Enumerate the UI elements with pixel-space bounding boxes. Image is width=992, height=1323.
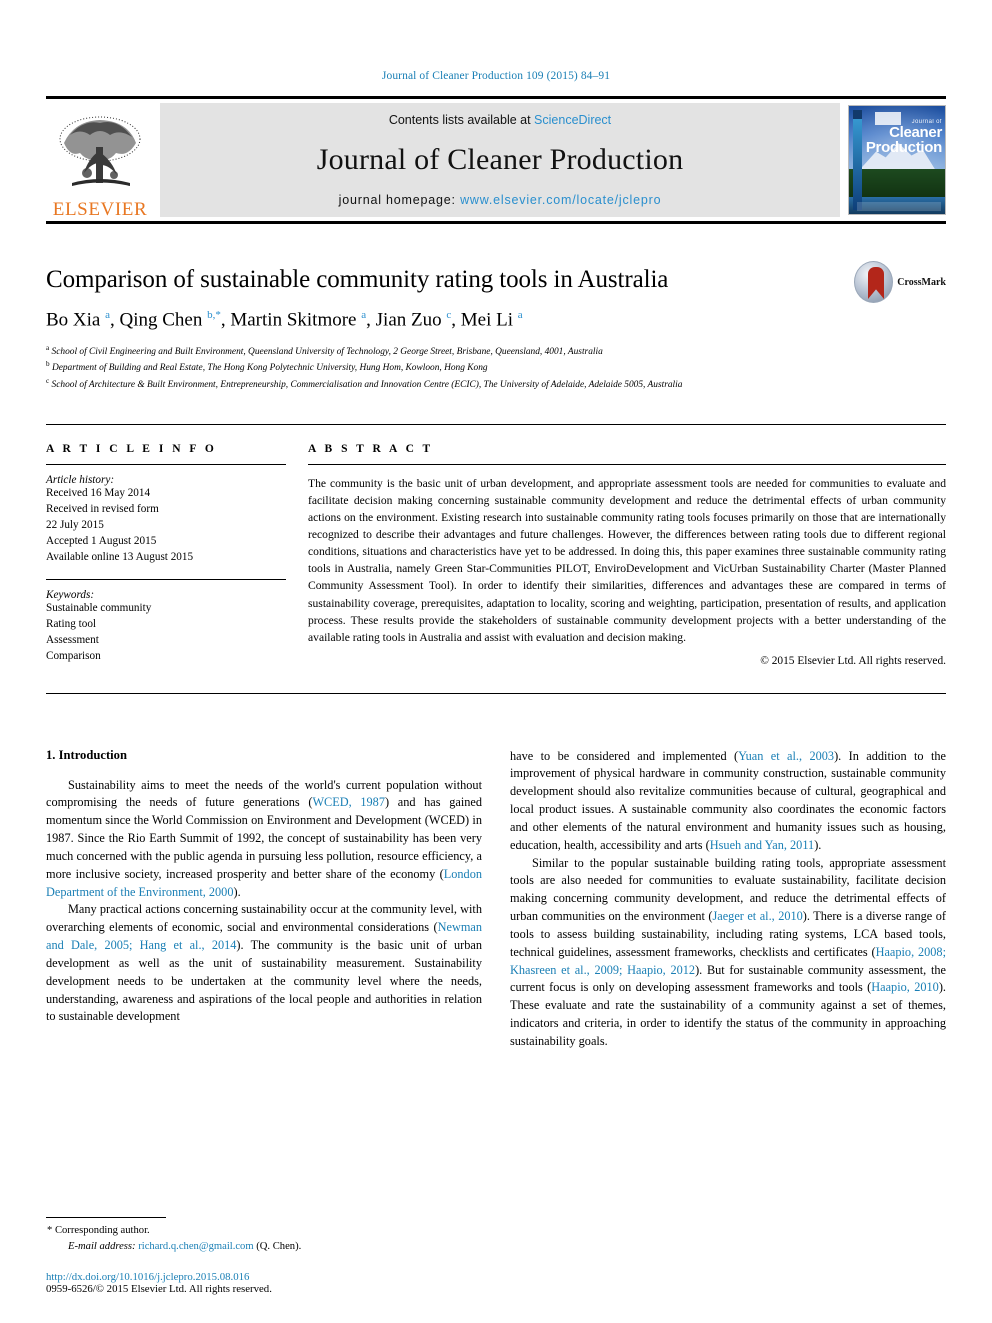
crossmark-badge-group[interactable]: CrossMark	[854, 260, 946, 304]
affiliation-text-b: Department of Building and Real Estate, …	[51, 363, 488, 374]
contents-prefix: Contents lists available at	[388, 113, 535, 127]
homepage-prefix: journal homepage:	[338, 193, 461, 207]
journal-homepage-link[interactable]: www.elsevier.com/locate/jclepro	[460, 193, 661, 207]
intro-paragraph-2-continued: have to be considered and implemented (Y…	[510, 748, 946, 852]
email-link[interactable]: richard.q.chen@gmail.com	[138, 1241, 253, 1252]
affiliation-marker-a: a	[46, 343, 50, 352]
cover-issue-badge	[853, 110, 862, 119]
cover-line-1: Cleaner	[889, 124, 942, 141]
page-footnote: * Corresponding author. E-mail address: …	[46, 1217, 476, 1295]
affiliation-c: c School of Architecture & Built Environ…	[46, 376, 946, 392]
section-heading-introduction: 1. Introduction	[46, 747, 127, 762]
affiliation-marker-c: c	[46, 376, 50, 385]
corresponding-author-note: * Corresponding author.	[46, 1223, 476, 1238]
intro-paragraph-3: Similar to the popular sustainable build…	[510, 855, 946, 1048]
affiliation-b: b Department of Building and Real Estate…	[46, 359, 946, 375]
crossmark-icon	[854, 261, 894, 303]
affiliation-text-a: School of Civil Engineering and Built En…	[51, 347, 603, 357]
keyword-0: Sustainable community	[46, 601, 152, 614]
article-first-page: Journal of Cleaner Production 109 (2015)…	[0, 0, 992, 1323]
journal-masthead: ELSEVIER Contents lists available at Sci…	[46, 99, 946, 221]
article-info-column: A R T I C L E I N F O Article history: R…	[46, 443, 286, 666]
page-title: Comparison of sustainable community rati…	[46, 266, 669, 293]
abstract-text: The community is the basic unit of urban…	[308, 477, 946, 644]
title-block: Comparison of sustainable community rati…	[46, 224, 946, 392]
doi-link[interactable]: http://dx.doi.org/10.1016/j.jclepro.2015…	[46, 1271, 476, 1283]
cover-kicker: Journal of	[911, 119, 942, 125]
email-suffix: (Q. Chen).	[253, 1240, 302, 1252]
keywords-rule	[46, 578, 286, 580]
body-column-right: have to be considered and implemented (Y…	[510, 748, 946, 1051]
elsevier-logo: ELSEVIER	[46, 99, 154, 221]
body-columns: 1. Introduction Sustainability aims to m…	[46, 694, 946, 1051]
cover-title: Journal of Cleaner Production	[865, 119, 942, 155]
elsevier-wordmark: ELSEVIER	[52, 199, 148, 220]
contents-list-line: Contents lists available at ScienceDirec…	[389, 113, 611, 127]
cover-spine	[853, 110, 862, 210]
abstract-rule	[308, 464, 946, 466]
body-column-left: 1. Introduction Sustainability aims to m…	[46, 748, 482, 1051]
article-history-3: Accepted 1 August 2015	[46, 535, 157, 547]
article-history-4: Available online 13 August 2015	[46, 550, 194, 563]
masthead-center-panel: Contents lists available at ScienceDirec…	[160, 103, 840, 217]
intro-paragraph-2: Many practical actions concerning sustai…	[46, 902, 483, 1024]
journal-cover-thumbnail: Journal of Cleaner Production	[848, 105, 946, 215]
issn-copyright: 0959-6526/© 2015 Elsevier Ltd. All right…	[46, 1283, 272, 1295]
author-list: Bo Xia a, Qing Chen b,*, Martin Skitmore…	[46, 308, 523, 331]
corresponding-author-text: * Corresponding author.	[47, 1225, 150, 1237]
footnote-rule	[46, 1217, 166, 1219]
article-history-1: Received in revised form	[46, 503, 159, 516]
running-head: Journal of Cleaner Production 109 (2015)…	[381, 70, 611, 82]
abstract-heading: A B S T R A C T	[308, 443, 434, 456]
article-info-rule	[46, 464, 286, 466]
affiliation-a: a School of Civil Engineering and Built …	[46, 343, 946, 359]
affiliation-text-c: School of Architecture & Built Environme…	[51, 379, 683, 390]
intro-paragraph-1: Sustainability aims to meet the needs of…	[46, 777, 482, 899]
cover-footer-strip	[856, 202, 942, 211]
info-and-abstract: A R T I C L E I N F O Article history: R…	[46, 425, 946, 667]
journal-homepage-line: journal homepage: www.elsevier.com/locat…	[339, 193, 662, 207]
abstract-copyright: © 2015 Elsevier Ltd. All rights reserved…	[760, 654, 946, 667]
email-label: E-mail address:	[68, 1240, 136, 1252]
abstract-column: A B S T R A C T The community is the bas…	[308, 443, 946, 667]
article-history-0: Received 16 May 2014	[46, 487, 151, 500]
cover-forest	[849, 168, 945, 197]
elsevier-tree-icon	[59, 116, 141, 186]
keywords-label: Keywords:	[46, 588, 95, 601]
journal-title: Journal of Cleaner Production	[316, 143, 684, 176]
keyword-3: Comparison	[46, 649, 101, 662]
article-history-2: 22 July 2015	[46, 519, 104, 532]
crossmark-label: CrossMark	[897, 276, 946, 288]
keyword-1: Rating tool	[46, 617, 97, 630]
cover-line-2: Production	[865, 139, 942, 156]
article-info-heading: A R T I C L E I N F O	[46, 443, 217, 456]
affiliation-marker-b: b	[46, 360, 50, 369]
sciencedirect-link[interactable]: ScienceDirect	[534, 113, 611, 127]
keyword-2: Assessment	[46, 633, 99, 646]
affiliation-list: a School of Civil Engineering and Built …	[46, 343, 946, 392]
article-history-label: Article history:	[46, 474, 115, 487]
email-note: E-mail address: richard.q.chen@gmail.com…	[46, 1239, 476, 1254]
